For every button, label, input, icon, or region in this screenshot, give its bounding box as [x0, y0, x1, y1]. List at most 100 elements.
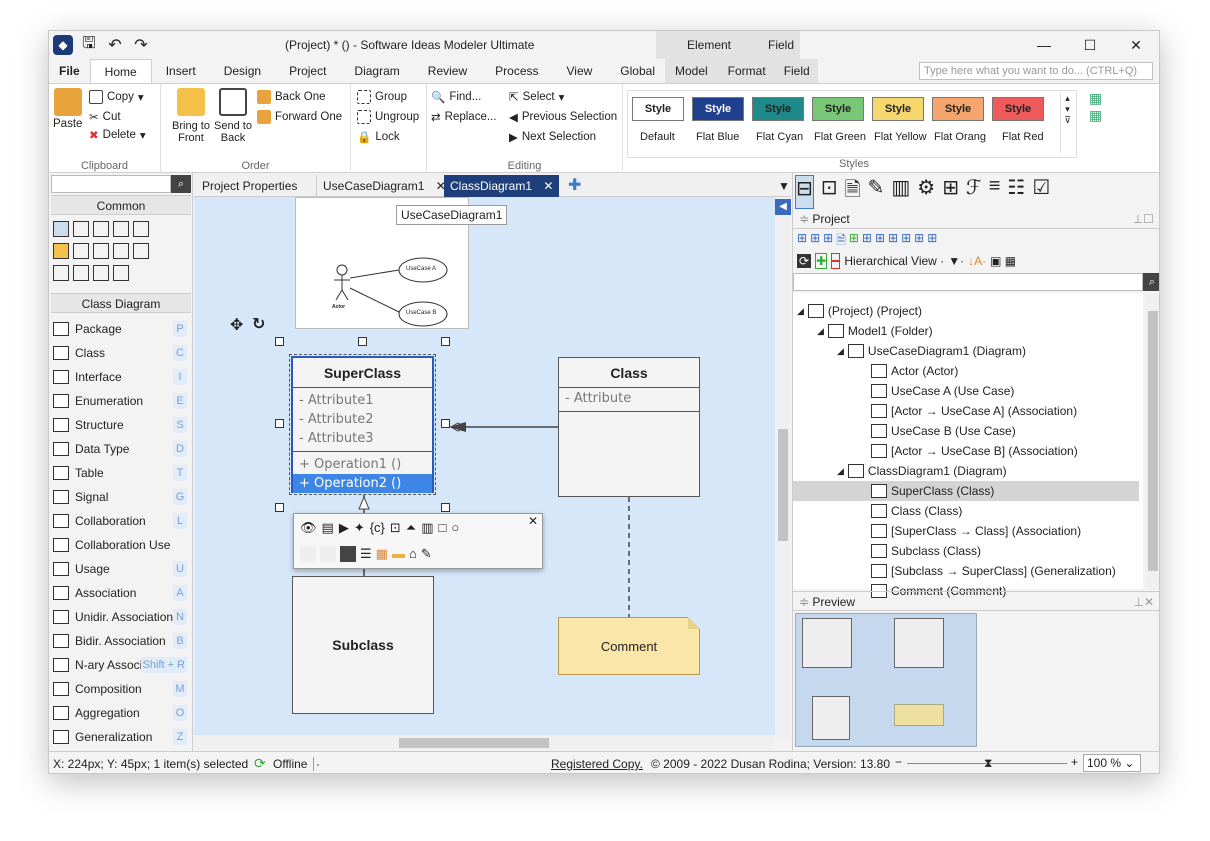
class-element[interactable]: Class - Attribute	[558, 357, 700, 497]
toolbox-item[interactable]: Collaboration Use	[53, 533, 189, 557]
superclass-element[interactable]: SuperClass - Attribute1 - Attribute2 - A…	[289, 354, 436, 495]
back-one-button[interactable]: Back One	[257, 90, 326, 104]
attribute-row[interactable]: - Attribute3	[293, 429, 432, 448]
filter-icon[interactable]: ▼·	[948, 254, 964, 268]
tree-node[interactable]: SuperClass (Class)	[793, 481, 1139, 501]
undo-icon[interactable]: ↶	[105, 35, 125, 55]
comment-element[interactable]: Comment	[558, 617, 700, 675]
find-button[interactable]: 🔍 Find...	[431, 90, 481, 104]
move-up-icon[interactable]: ⏶	[406, 520, 416, 536]
forward-one-button[interactable]: Forward One	[257, 110, 342, 124]
table-icon[interactable]: ⊞	[888, 231, 898, 252]
zoom-in-icon[interactable]: +	[1071, 755, 1078, 769]
app-logo-icon[interactable]: ◆	[53, 35, 73, 55]
project-search-input[interactable]	[793, 273, 1143, 291]
command-search-input[interactable]: Type here what you want to do... (CTRL+Q…	[919, 62, 1153, 80]
toolbox-item[interactable]: Table T	[53, 461, 189, 485]
tab-format[interactable]: Format	[717, 59, 776, 83]
new-doc-icon[interactable]: 🗎	[836, 231, 846, 252]
pointer-tool-icon[interactable]	[53, 221, 69, 237]
constraint-tool-icon[interactable]	[93, 243, 109, 259]
stamp-icon[interactable]: ⌂	[409, 546, 417, 562]
tab-project[interactable]: Project	[275, 59, 340, 83]
vertical-scrollbar[interactable]: ◀	[775, 197, 791, 739]
tree-node[interactable]: ◢ Model1 (Folder)	[817, 321, 933, 341]
search-icon[interactable]: ⌕	[171, 175, 191, 193]
toolbox-item[interactable]: Collaboration L	[53, 509, 189, 533]
search-icon[interactable]: ⌕	[1143, 273, 1159, 291]
line-style-icon[interactable]: ☰	[360, 546, 372, 562]
vertical-scroll-thumb[interactable]	[778, 429, 788, 541]
tree-icon[interactable]: ⊞	[927, 231, 937, 252]
toolbox-item[interactable]: Composition M	[53, 677, 189, 701]
toolbox-item[interactable]: Data Type D	[53, 437, 189, 461]
delete-button[interactable]: ✖ Delete ▾	[89, 128, 146, 142]
new-diagram-icon[interactable]: ⊞	[797, 231, 807, 252]
toolbox-item[interactable]: Interface I	[53, 365, 189, 389]
tab-diagram[interactable]: Diagram	[340, 59, 413, 83]
previous-selection-button[interactable]: ◀ Previous Selection	[509, 110, 617, 124]
status-dropdown[interactable]: ·	[313, 757, 320, 771]
grid-icon[interactable]: ⊞	[875, 231, 885, 252]
tab-model[interactable]: Model	[664, 59, 718, 83]
zoom-select[interactable]: 100 % ⌄	[1083, 754, 1141, 772]
save-icon[interactable]: 🖫	[79, 35, 99, 55]
tree-scroll-thumb[interactable]	[1148, 311, 1158, 571]
tab-design[interactable]: Design	[210, 59, 275, 83]
tree-node[interactable]: ◢ (Project) (Project)	[797, 301, 922, 321]
minimize-icon[interactable]: —	[1021, 31, 1067, 59]
copy-button[interactable]: Copy ▾	[89, 90, 144, 104]
expand-icon[interactable]: ◢	[797, 301, 804, 321]
format-icon[interactable]: ✎	[421, 546, 432, 562]
view-mode-dropdown[interactable]: Hierarchical View ·	[844, 254, 944, 268]
toolbox-item[interactable]: Package P	[53, 317, 189, 341]
pin-icon[interactable]: ⊥✕	[1133, 592, 1154, 612]
library-icon[interactable]: ▥	[891, 175, 910, 209]
layout-icon[interactable]: ⊞	[942, 175, 959, 209]
pin-icon[interactable]: ⊥☐	[1133, 209, 1154, 229]
add-stereotype-icon[interactable]: ✦	[354, 520, 365, 536]
model-icon[interactable]: ⊡	[821, 175, 838, 209]
paste-button[interactable]: Paste	[53, 88, 82, 130]
style-flat-cyan[interactable]: Style	[752, 97, 804, 121]
tab-review[interactable]: Review	[414, 59, 481, 83]
constraint-icon[interactable]: {c}	[370, 520, 385, 536]
attribute-row[interactable]: - Attribute1	[293, 391, 432, 410]
operation-row-selected[interactable]: + Operation2 ()	[293, 474, 432, 493]
chart-icon[interactable]: ⊞	[901, 231, 911, 252]
tree-scrollbar[interactable]	[1145, 293, 1159, 589]
add-tab-icon[interactable]: ✚	[562, 175, 587, 197]
style-flat-red[interactable]: Style	[992, 97, 1044, 121]
tab-project-properties[interactable]: Project Properties	[196, 175, 303, 197]
tab-class-diagram[interactable]: ClassDiagram1 ✕	[444, 175, 560, 197]
ungroup-button[interactable]: Ungroup	[357, 110, 419, 124]
tab-frame-icon[interactable]	[93, 265, 109, 281]
zoom-tool-icon[interactable]	[93, 221, 109, 237]
compartment-icon[interactable]: ▥	[421, 520, 433, 536]
toolbox-item[interactable]: Bidir. Association B	[53, 629, 189, 653]
port-icon[interactable]: □	[439, 520, 447, 536]
format-painter-icon[interactable]	[113, 221, 129, 237]
toolbox-item[interactable]: N-ary Associ Shift + R	[53, 653, 189, 677]
tree-node[interactable]: [Actor → UseCase A] (Association)	[857, 401, 1077, 421]
dashed-line-icon[interactable]	[113, 243, 129, 259]
folder-icon[interactable]: ▬	[392, 546, 405, 562]
expand-all-icon[interactable]: ✚	[815, 253, 828, 269]
tab-field[interactable]: Field	[775, 59, 818, 83]
tagged-value-icon[interactable]: ⊡	[390, 520, 401, 536]
tree-node[interactable]: Actor (Actor)	[857, 361, 958, 381]
add-attribute-icon[interactable]: ▤	[322, 520, 334, 536]
edit-icon[interactable]: ✎	[868, 175, 885, 209]
text-tool-icon[interactable]	[53, 265, 69, 281]
color-dark-swatch[interactable]	[340, 546, 356, 562]
sort-icon[interactable]: ↓A·	[968, 254, 986, 268]
styles-scroll[interactable]: ▴ ▾ ⊽	[1060, 93, 1074, 153]
code-icon[interactable]: ℱ	[966, 175, 982, 209]
close-icon[interactable]: ✕	[543, 179, 553, 193]
attribute-row[interactable]: - Attribute2	[293, 410, 432, 429]
toolbox-item[interactable]: Enumeration E	[53, 389, 189, 413]
subclass-element[interactable]: Subclass	[292, 576, 434, 714]
folder-tool-icon[interactable]	[53, 243, 69, 259]
operation-row[interactable]: + Operation1 ()	[293, 455, 432, 474]
new-folder-icon[interactable]: ⊞	[810, 231, 820, 252]
